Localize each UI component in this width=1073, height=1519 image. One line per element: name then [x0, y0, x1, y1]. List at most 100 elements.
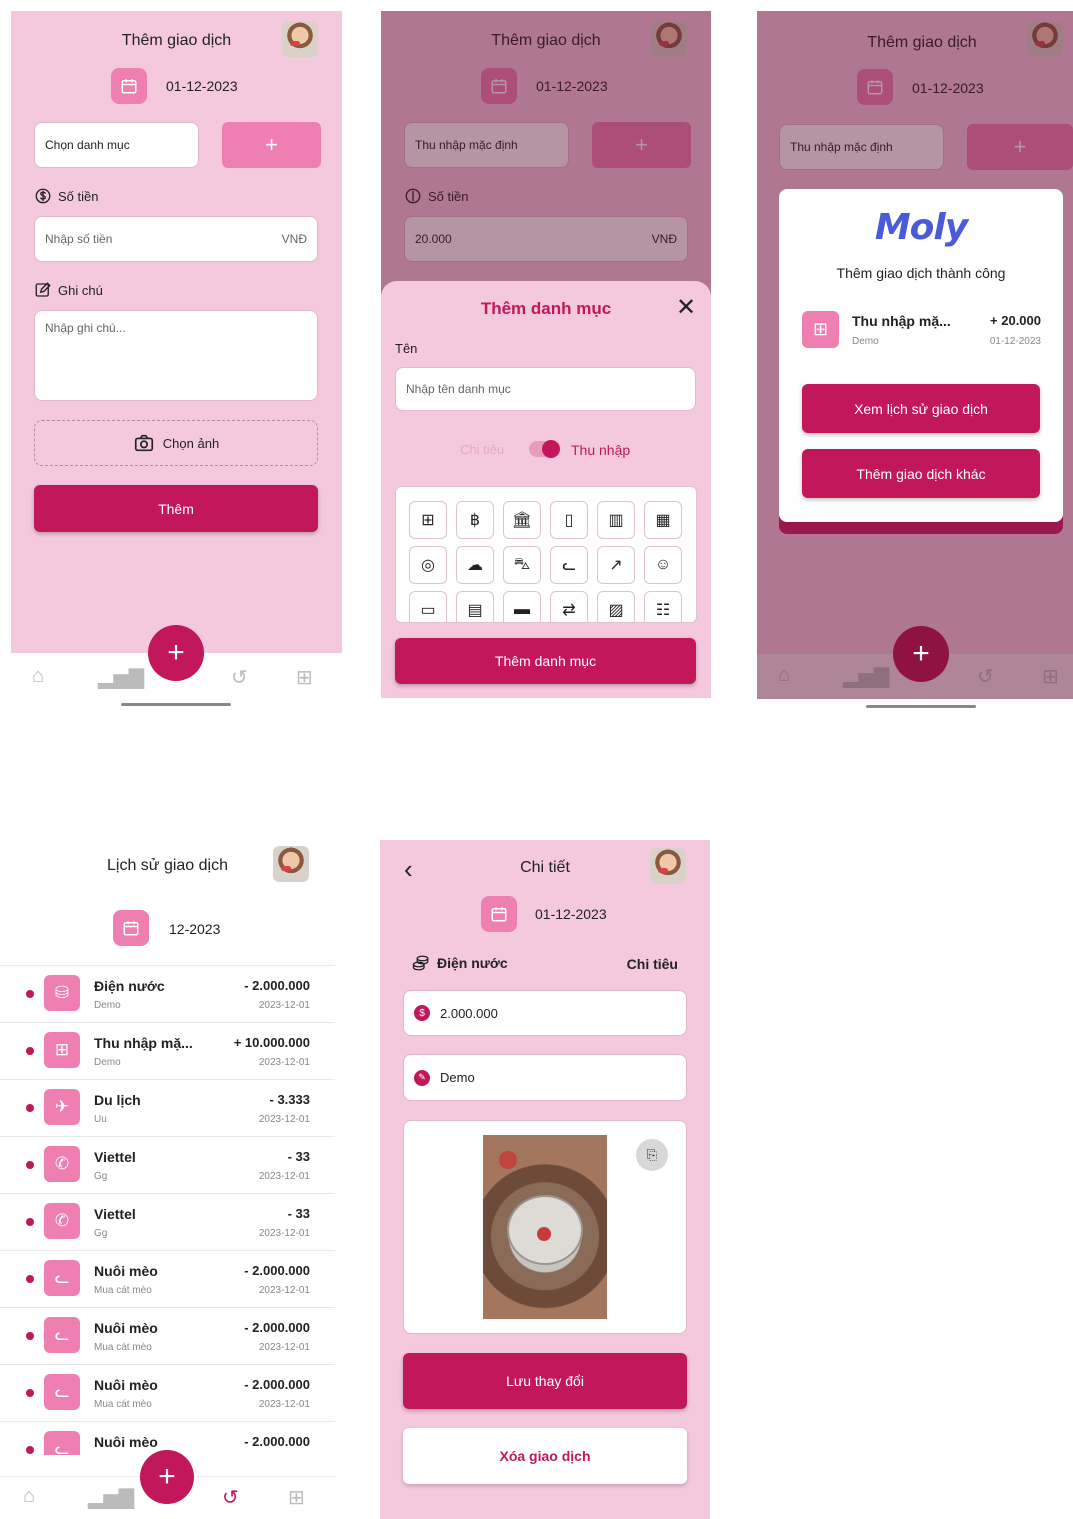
building-icon[interactable]: ▦: [644, 501, 682, 539]
avatar[interactable]: [282, 21, 318, 57]
phone-icon: ✆: [54, 1211, 70, 1230]
grid-icon[interactable]: ⊞: [296, 665, 313, 690]
transaction-row[interactable]: ᓚ Nuôi mèo Mua cát mèo - 2.000.000 2023-12-0…: [0, 1364, 335, 1421]
truck-icon[interactable]: ▤: [456, 591, 494, 622]
book-icon[interactable]: ▯: [550, 501, 588, 539]
transaction-row[interactable]: ✆ Viettel Gg - 33 2023-12-01: [0, 1136, 335, 1193]
amount-input[interactable]: $ 2.000.000: [403, 990, 687, 1036]
type-label: Chi tiêu: [626, 956, 678, 972]
transaction-row[interactable]: ⛁ Điện nước Demo - 2.000.000 2023-12-01: [0, 965, 335, 1022]
sofa-icon[interactable]: ▭: [409, 591, 447, 622]
people-icon[interactable]: ☷: [644, 591, 682, 622]
edit-icon: [35, 282, 51, 297]
delete-transaction-button[interactable]: Xóa giao dịch: [403, 1428, 687, 1484]
fab-add-button[interactable]: +: [148, 625, 204, 681]
home-icon[interactable]: ⌂: [32, 665, 44, 688]
category-icon-box: ᓚ: [44, 1374, 80, 1410]
avatar[interactable]: [650, 848, 686, 884]
currency-label: VNĐ: [281, 232, 307, 246]
transaction-row[interactable]: ᓚ Nuôi mèo Mua cát mèo - 2.000.000 2023-12-0…: [0, 1307, 335, 1364]
tx-note: Mua cát mèo: [94, 1342, 152, 1353]
add-other-button[interactable]: Thêm giao dịch khác: [802, 449, 1040, 498]
tx-amount: + 10.000.000: [233, 1035, 310, 1050]
status-dot: [26, 990, 34, 998]
type-toggle[interactable]: [529, 440, 560, 458]
tx-date: 2023-12-01: [258, 1057, 310, 1068]
tx-name: Thu nhập mặ...: [852, 313, 951, 329]
camera-icon[interactable]: ◎: [409, 546, 447, 584]
status-dot: [26, 1446, 34, 1454]
add-category-button[interactable]: +: [222, 122, 321, 168]
tx-note: Demo: [94, 1057, 121, 1068]
history-icon[interactable]: ↺: [231, 665, 248, 690]
arrows-icon[interactable]: ⇄: [550, 591, 588, 622]
screen-add-category: Thêm giao dịch 01-12-2023 Thu nhập mặc đ…: [381, 11, 711, 698]
success-message: Thêm giao dịch thành công: [836, 265, 1006, 281]
library-icon[interactable]: ▥: [597, 501, 635, 539]
fab-add-button[interactable]: +: [140, 1450, 194, 1504]
bed-icon[interactable]: ▬: [503, 591, 541, 622]
screen-success-dialog: Thêm giao dịch 01-12-2023 Thu nhập mặc đ…: [757, 11, 1073, 654]
tx-date: 2023-12-01: [258, 1342, 310, 1353]
avatar[interactable]: [273, 846, 309, 882]
calendar-button[interactable]: [481, 896, 517, 932]
chat-icon[interactable]: ☁: [456, 546, 494, 584]
stats-icon[interactable]: ▂▅▇: [88, 1485, 134, 1510]
tx-note: Demo: [94, 1000, 121, 1011]
save-changes-button[interactable]: Lưu thay đổi: [403, 1353, 687, 1409]
category-select[interactable]: Chọn danh mục: [34, 122, 199, 168]
delete-photo-icon[interactable]: ⎘: [636, 1139, 668, 1171]
car-icon[interactable]: ⛍: [503, 546, 541, 584]
note-input[interactable]: ✎ Demo: [403, 1054, 687, 1101]
calendar-button[interactable]: [111, 68, 147, 104]
bitcoin-icon[interactable]: ฿: [456, 501, 494, 539]
document-icon[interactable]: ▨: [597, 591, 635, 622]
dollar-circle-icon: [35, 188, 51, 204]
note-input[interactable]: Nhập ghi chú...: [34, 310, 318, 401]
tx-name: Điện nước: [94, 978, 165, 994]
view-history-button[interactable]: Xem lịch sử giao dịch: [802, 384, 1040, 433]
amount-value: 2.000.000: [440, 1005, 498, 1021]
tx-date: 2023-12-01: [258, 1228, 310, 1239]
transaction-row[interactable]: ⊞ Thu nhập mặ... Demo + 10.000.000 2023-12-0…: [0, 1022, 335, 1079]
tx-amount: - 2.000.000: [244, 1377, 310, 1392]
tx-amount: - 2.000.000: [244, 1434, 310, 1449]
toggle-off-label[interactable]: Chi tiêu: [460, 442, 504, 457]
history-icon[interactable]: ↺: [222, 1485, 239, 1510]
photo-picker[interactable]: Chọn ảnh: [34, 420, 318, 466]
plus-icon: +: [265, 132, 278, 157]
transaction-row[interactable]: ✈ Du lịch Uu - 3.333 2023-12-01: [0, 1079, 335, 1136]
month-value: 12-2023: [169, 921, 221, 937]
toggle-on-label[interactable]: Thu nhập: [571, 442, 630, 458]
grid-icon[interactable]: ⊞: [288, 1485, 305, 1510]
grid-plus-icon[interactable]: ⊞: [409, 501, 447, 539]
calendar-button[interactable]: [113, 910, 149, 946]
fab-add-button[interactable]: +: [893, 626, 949, 682]
face-icon[interactable]: ☺: [644, 546, 682, 584]
transaction-row[interactable]: ᓚ Nuôi mèo Mua cát mèo - 2.000.000 2023-12-0…: [0, 1250, 335, 1307]
chart-line-icon[interactable]: ↗: [597, 546, 635, 584]
tx-amount: - 3.333: [269, 1092, 310, 1107]
category-label: Điện nước: [411, 954, 508, 972]
tx-note: Mua cát mèo: [94, 1399, 152, 1410]
camera-icon: [134, 434, 153, 452]
cat-icon[interactable]: ᓚ: [550, 546, 588, 584]
transaction-row[interactable]: ✆ Viettel Gg - 33 2023-12-01: [0, 1193, 335, 1250]
note-value: Demo: [440, 1070, 475, 1085]
receipt-photo[interactable]: [483, 1135, 607, 1319]
category-name-input[interactable]: Nhập tên danh mục: [395, 367, 696, 411]
bank-icon[interactable]: 🏛: [503, 501, 541, 539]
home-icon[interactable]: ⌂: [23, 1485, 35, 1508]
calendar-icon: [121, 79, 137, 94]
stats-icon[interactable]: ▂▅▇: [98, 665, 144, 690]
tx-date: 2023-12-01: [258, 1114, 310, 1125]
tx-icon: ⊞: [802, 311, 839, 348]
submit-button[interactable]: Thêm: [34, 485, 318, 532]
cat-icon: ᓚ: [54, 1439, 70, 1455]
close-icon[interactable]: ✕: [676, 293, 696, 322]
tx-date: 2023-12-01: [258, 1000, 310, 1011]
amount-input[interactable]: Nhập số tiền VNĐ: [34, 216, 318, 262]
plus-icon: +: [167, 636, 185, 669]
add-category-submit-button[interactable]: Thêm danh mục: [395, 638, 696, 684]
pencil-icon: ✎: [414, 1069, 430, 1086]
